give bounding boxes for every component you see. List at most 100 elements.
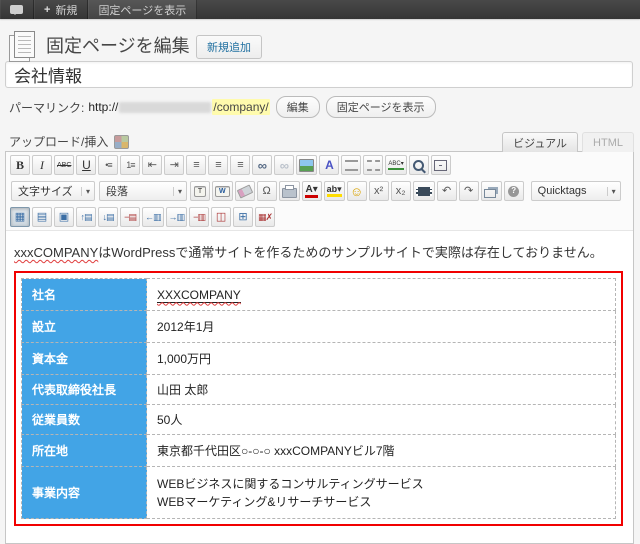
subscript-button[interactable]: x₂ <box>390 181 411 201</box>
admin-bar-view-label: 固定ページを表示 <box>98 4 187 17</box>
post-title-input[interactable] <box>5 61 633 88</box>
search-button[interactable] <box>408 155 429 175</box>
permalink-redacted-domain <box>119 101 212 113</box>
permalink-slug[interactable]: /company/ <box>212 99 270 115</box>
table-row: 従業員数 50人 <box>21 404 616 435</box>
row-props-icon: ▤ <box>36 210 48 223</box>
fullscreen-button[interactable] <box>430 155 451 175</box>
edit-permalink-button[interactable]: 編集 <box>275 96 320 118</box>
table-value-cell[interactable]: 1,000万円 <box>146 342 616 375</box>
merge-cells-button[interactable]: ⊞ <box>233 207 254 227</box>
table-header-cell[interactable]: 代表取締役社長 <box>21 374 147 405</box>
remove-format-button[interactable] <box>234 181 255 201</box>
split-cells-button[interactable]: ◫ <box>211 207 232 227</box>
cell-text: 1,000万円 <box>157 352 212 366</box>
bullet-list-button[interactable]: •≡ <box>98 155 119 175</box>
view-page-button[interactable]: 固定ページを表示 <box>325 96 436 118</box>
align-center-button[interactable]: ≡ <box>208 155 229 175</box>
cell-text: 山田 太郎 <box>157 383 209 397</box>
admin-bar-new[interactable]: + 新規 <box>34 0 89 19</box>
insert-image-button[interactable] <box>296 155 318 175</box>
align-left-button[interactable]: ≡ <box>186 155 207 175</box>
cell-text: 50人 <box>157 413 183 427</box>
undo-button[interactable]: ↶ <box>436 181 457 201</box>
table-value-cell[interactable]: 2012年1月 <box>146 310 616 343</box>
table-row-props-button[interactable]: ▤ <box>32 207 52 227</box>
more-tag-button[interactable] <box>341 155 362 175</box>
insert-col-before-button[interactable]: ←▥ <box>142 207 164 227</box>
insert-row-after-button[interactable]: ↓▤ <box>98 207 118 227</box>
chevron-down-icon: ▾ <box>80 186 90 196</box>
strikethrough-button[interactable]: ABC <box>54 155 75 175</box>
add-media-icon[interactable] <box>114 134 130 149</box>
indent-button[interactable]: ⇥ <box>164 155 185 175</box>
tab-html[interactable]: HTML <box>582 132 634 152</box>
highlight-color-button[interactable]: ab▾ <box>323 181 345 201</box>
numbered-list-button[interactable]: 1≡ <box>120 155 141 175</box>
tab-visual[interactable]: ビジュアル <box>502 132 579 152</box>
page-break-button[interactable] <box>363 155 384 175</box>
delete-table-button[interactable]: ▦✗ <box>255 207 276 227</box>
align-right-button[interactable]: ≡ <box>230 155 251 175</box>
italic-button[interactable]: I <box>32 155 52 175</box>
align-left-icon: ≡ <box>193 158 200 171</box>
superscript-button[interactable]: x² <box>368 181 389 201</box>
admin-bar-comments[interactable] <box>0 0 34 19</box>
admin-bar-view-page[interactable]: 固定ページを表示 <box>88 0 198 19</box>
table-selection-outline[interactable]: 社名 XXXCOMPANY 設立 2012年1月 資本金 1,000万円 代表取… <box>14 271 623 526</box>
table-row: 代表取締役社長 山田 太郎 <box>21 374 616 405</box>
help-button[interactable]: ? <box>503 181 524 201</box>
table-header-cell[interactable]: 事業内容 <box>21 466 147 519</box>
paste-text-button[interactable]: T <box>190 181 210 201</box>
colored-a-icon: A <box>325 158 334 172</box>
emoticon-button[interactable]: ☺ <box>346 181 367 201</box>
bold-button[interactable]: B <box>10 155 30 175</box>
highlight-icon: ab▾ <box>326 185 342 197</box>
unlink-button[interactable]: ∞ <box>274 155 295 175</box>
spellcheck-button[interactable]: ABC▾ <box>385 155 407 175</box>
popup-window-button[interactable] <box>480 181 502 201</box>
admin-bar: + 新規 固定ページを表示 <box>0 0 640 19</box>
editor-content[interactable]: xxxCOMPANYはWordPressで通常サイトを作るためのサンプルサイトで… <box>6 231 633 526</box>
table-row: 所在地 東京都千代田区○-○-○ xxxCOMPANYビル7階 <box>21 434 616 467</box>
film-icon <box>415 186 432 196</box>
table-value-cell[interactable]: XXXCOMPANY <box>146 278 616 311</box>
insert-table-button[interactable]: ▦ <box>10 207 30 227</box>
search-icon <box>413 159 425 171</box>
toolbar-row-2: 文字サイズ ▾ 段落 ▾ T W Ω A▾ ab▾ ☺ x² x₂ ↶ ↷ ? … <box>6 178 633 204</box>
underline-button[interactable]: U <box>76 155 97 175</box>
link-button[interactable]: ∞ <box>252 155 273 175</box>
special-char-button[interactable]: Ω <box>256 181 277 201</box>
table-header-cell[interactable]: 所在地 <box>21 434 147 467</box>
table-header-cell[interactable]: 社名 <box>21 278 147 311</box>
table-header-cell[interactable]: 資本金 <box>21 342 147 375</box>
page-title: 固定ページを編集 <box>46 36 190 56</box>
format-select-label: 段落 <box>106 186 128 198</box>
table-value-cell[interactable]: 50人 <box>146 404 616 435</box>
print-button[interactable] <box>278 181 300 201</box>
table-header-cell[interactable]: 従業員数 <box>21 404 147 435</box>
insert-media-button[interactable] <box>412 181 435 201</box>
redo-button[interactable]: ↷ <box>458 181 479 201</box>
table-value-cell[interactable]: 東京都千代田区○-○-○ xxxCOMPANYビル7階 <box>146 434 616 467</box>
insert-row-before-button[interactable]: ↑▤ <box>76 207 96 227</box>
table-value-cell[interactable]: 山田 太郎 <box>146 374 616 405</box>
split-cells-icon: ◫ <box>215 210 227 223</box>
table-cell-props-button[interactable]: ▣ <box>54 207 74 227</box>
text-color-button[interactable]: A▾ <box>301 181 322 201</box>
plus-icon: + <box>44 3 51 16</box>
quicktags-select[interactable]: Quicktags ▾ <box>530 181 621 201</box>
text-color-icon: A▾ <box>305 184 318 198</box>
add-new-button[interactable]: 新規追加 <box>196 35 262 59</box>
format-select[interactable]: 段落 ▾ <box>99 181 187 201</box>
paste-word-button[interactable]: W <box>212 181 233 201</box>
outdent-button[interactable]: ⇤ <box>142 155 163 175</box>
text-style-button[interactable]: A <box>319 155 340 175</box>
delete-col-button[interactable]: −▥ <box>189 207 210 227</box>
outdent-icon: ⇤ <box>147 158 158 171</box>
insert-col-after-button[interactable]: →▥ <box>165 207 188 227</box>
table-value-cell[interactable]: WEBビジネスに関するコンサルティングサービス WEBマーケティング&リサーチサ… <box>146 466 616 519</box>
table-header-cell[interactable]: 設立 <box>21 310 147 343</box>
font-size-select[interactable]: 文字サイズ ▾ <box>11 181 95 201</box>
delete-row-button[interactable]: −▤ <box>120 207 140 227</box>
